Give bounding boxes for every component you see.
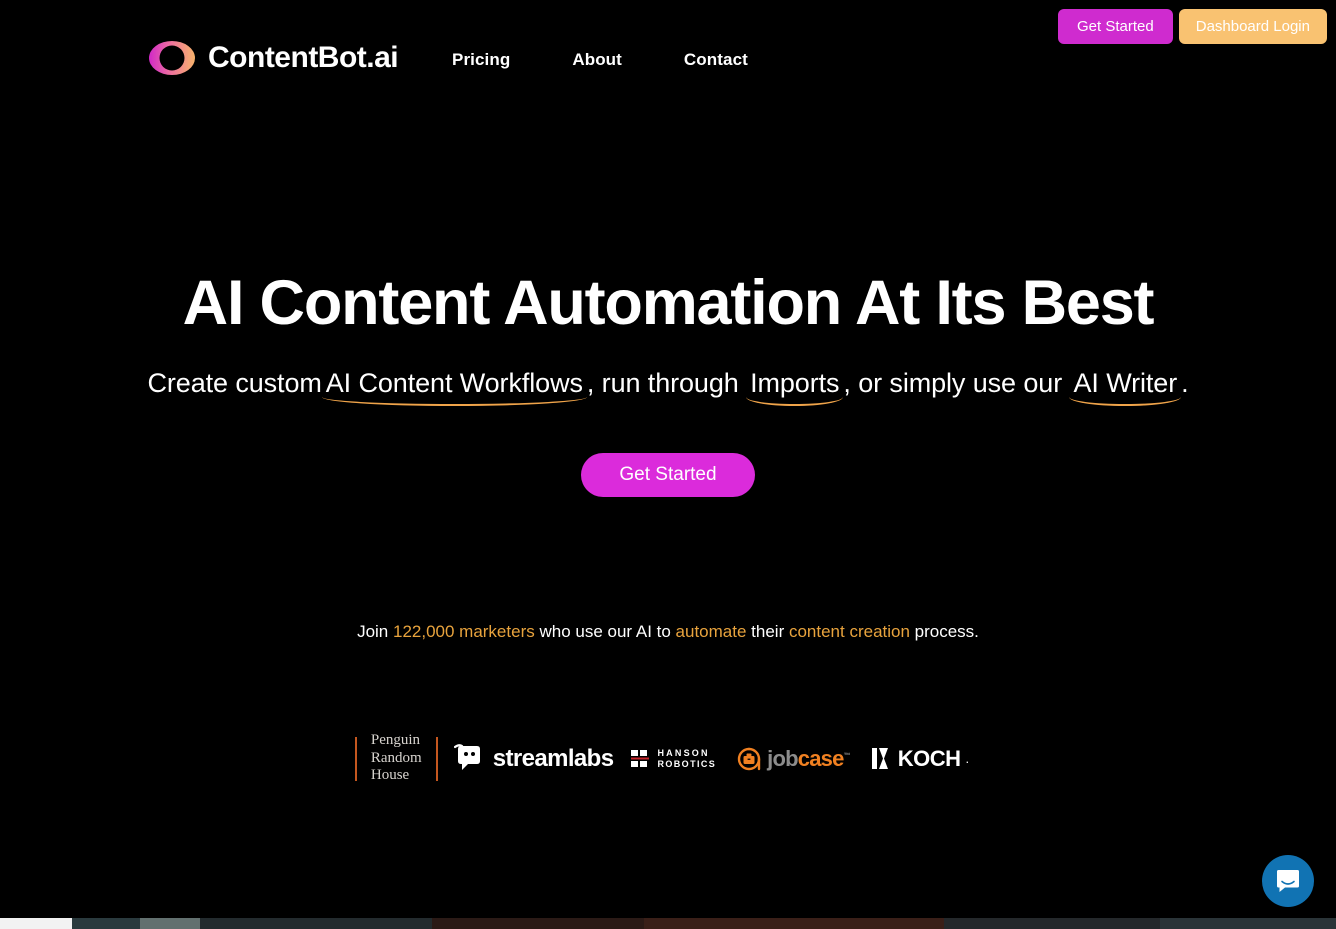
prh-line-2: Random xyxy=(370,749,422,766)
tab-item[interactable] xyxy=(1160,918,1336,929)
site-header: ContentBot.ai Pricing About Contact Get … xyxy=(0,0,1336,100)
get-started-button-header[interactable]: Get Started xyxy=(1058,9,1173,44)
subtitle-text-2: , run through xyxy=(586,368,747,398)
link-ai-content-workflows[interactable]: AI Content Workflows xyxy=(321,368,587,406)
hero-subtitle: Create custom AI Content Workflows, run t… xyxy=(0,368,1336,406)
jobcase-wordmark: jobcase™ xyxy=(767,746,850,772)
subtitle-text-1: Create custom xyxy=(147,368,322,398)
koch-wordmark: KOCH xyxy=(897,745,961,771)
logo-penguin-random-house: Penguin Random House xyxy=(357,732,436,785)
tab-item[interactable] xyxy=(140,918,200,929)
streamlabs-wordmark: streamlabs xyxy=(492,744,614,772)
prh-line-3: House xyxy=(370,767,410,784)
jobcase-job: job xyxy=(767,745,798,771)
prh-line-1: Penguin xyxy=(370,732,421,748)
social-proof-text: Join 122,000 marketers who use our AI to… xyxy=(0,622,1336,642)
social-proof-mid1: who use our AI to xyxy=(534,622,676,641)
jobcase-case: case xyxy=(797,745,845,771)
social-proof-verb: automate xyxy=(675,622,747,641)
social-proof-mid2: their xyxy=(746,622,789,641)
tab-item[interactable] xyxy=(0,918,72,929)
link-imports[interactable]: Imports xyxy=(746,368,844,406)
tab-item[interactable] xyxy=(200,918,432,929)
client-logo-strip: Penguin Random House streamlabs HANSON R… xyxy=(0,732,1336,785)
brand-name: ContentBot.ai xyxy=(208,41,399,74)
main-nav: Pricing About Contact xyxy=(452,50,748,70)
hanson-wordmark: HANSON ROBOTICS xyxy=(657,748,716,768)
subtitle-text-3: , or simply use our xyxy=(843,368,1070,398)
browser-tab-strip xyxy=(0,918,1336,929)
streamlabs-mark-icon xyxy=(453,743,484,774)
logo-streamlabs: streamlabs xyxy=(438,743,622,774)
jobcase-briefcase-icon xyxy=(736,746,762,772)
hanson-line-2: ROBOTICS xyxy=(657,758,717,769)
hanson-mark-icon xyxy=(631,749,651,768)
brand-logo[interactable]: ContentBot.ai xyxy=(148,36,399,80)
tab-item[interactable] xyxy=(432,918,644,929)
koch-period: . xyxy=(965,751,970,767)
nav-item-about[interactable]: About xyxy=(572,50,622,70)
tab-item[interactable] xyxy=(644,918,944,929)
logo-hanson-robotics: HANSON ROBOTICS xyxy=(621,748,726,769)
dashboard-login-button[interactable]: Dashboard Login xyxy=(1178,9,1327,44)
page-title: AI Content Automation At Its Best xyxy=(182,268,1155,338)
subtitle-text-4: . xyxy=(1181,368,1189,398)
social-proof-pre: Join xyxy=(357,622,393,641)
hanson-line-1: HANSON xyxy=(657,748,710,759)
logo-koch: KOCH . xyxy=(860,746,981,772)
social-proof-post: process. xyxy=(909,622,979,641)
jobcase-tm: ™ xyxy=(843,752,851,760)
intercom-chat-icon xyxy=(1275,868,1301,894)
gradient-ring-icon xyxy=(148,36,196,80)
cta-container: Get Started xyxy=(0,453,1336,497)
tab-item[interactable] xyxy=(944,918,1160,929)
get-started-button-hero[interactable]: Get Started xyxy=(581,453,755,497)
nav-item-contact[interactable]: Contact xyxy=(684,50,748,70)
marketer-count: 122,000 marketers xyxy=(392,622,535,641)
link-ai-writer[interactable]: AI Writer xyxy=(1069,368,1181,406)
header-actions: Get Started Dashboard Login xyxy=(1058,9,1327,44)
social-proof-noun: content creation xyxy=(788,622,910,641)
nav-item-pricing[interactable]: Pricing xyxy=(452,50,510,70)
koch-mark-icon xyxy=(871,748,893,770)
chat-launcher-button[interactable] xyxy=(1262,855,1314,907)
logo-jobcase: jobcase™ xyxy=(726,746,860,772)
tab-item[interactable] xyxy=(72,918,140,929)
